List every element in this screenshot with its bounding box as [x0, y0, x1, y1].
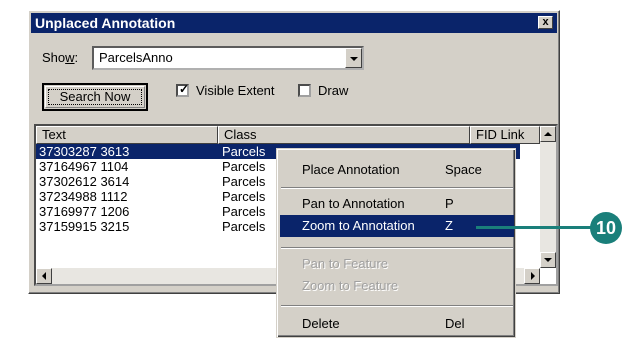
- title-bar[interactable]: Unplaced Annotation x: [31, 13, 557, 33]
- context-menu: Place Annotation Space Pan to Annotation P…: [276, 148, 516, 338]
- chevron-down-icon: [350, 57, 358, 61]
- close-button[interactable]: x: [538, 16, 553, 29]
- show-dropdown[interactable]: ParcelsAnno: [92, 46, 364, 70]
- scroll-up-button[interactable]: [540, 126, 556, 142]
- visible-extent-label: Visible Extent: [196, 83, 275, 98]
- column-header-class[interactable]: Class: [218, 126, 470, 144]
- draw-checkbox[interactable]: [298, 84, 311, 97]
- draw-label: Draw: [318, 83, 349, 98]
- search-now-button[interactable]: Search Now: [42, 83, 148, 111]
- arrow-down-icon: [544, 258, 552, 262]
- vertical-scrollbar[interactable]: [540, 126, 556, 268]
- scroll-left-button[interactable]: [36, 268, 52, 284]
- arrow-left-icon: [42, 272, 46, 280]
- step-callout-badge: 10: [590, 212, 622, 244]
- menu-separator: [281, 187, 513, 189]
- menu-item-pan-to-feature[interactable]: Pan to Feature: [280, 253, 514, 275]
- close-icon: x: [542, 16, 549, 28]
- menu-separator: [281, 247, 513, 249]
- scroll-down-button[interactable]: [540, 252, 556, 268]
- menu-item-place-annotation[interactable]: Place Annotation Space: [280, 159, 514, 181]
- visible-extent-checkbox[interactable]: ✓: [176, 82, 190, 97]
- window-title: Unplaced Annotation: [35, 15, 176, 31]
- menu-item-pan-to-annotation[interactable]: Pan to Annotation P: [280, 193, 514, 215]
- column-header-text[interactable]: Text: [36, 126, 218, 144]
- scroll-right-button[interactable]: [524, 268, 540, 284]
- show-label: Show:: [42, 50, 79, 65]
- menu-item-zoom-to-feature[interactable]: Zoom to Feature: [280, 275, 514, 297]
- dropdown-button[interactable]: [345, 48, 362, 68]
- checkmark-icon: ✓: [179, 82, 190, 96]
- arrow-right-icon: [531, 272, 535, 280]
- callout-leader-line: [476, 226, 596, 229]
- menu-separator: [281, 305, 513, 307]
- show-dropdown-value: ParcelsAnno: [99, 50, 173, 65]
- arrow-up-icon: [544, 132, 552, 136]
- column-header-fid-link[interactable]: FID Link: [470, 126, 540, 144]
- menu-item-delete[interactable]: Delete Del: [280, 313, 514, 335]
